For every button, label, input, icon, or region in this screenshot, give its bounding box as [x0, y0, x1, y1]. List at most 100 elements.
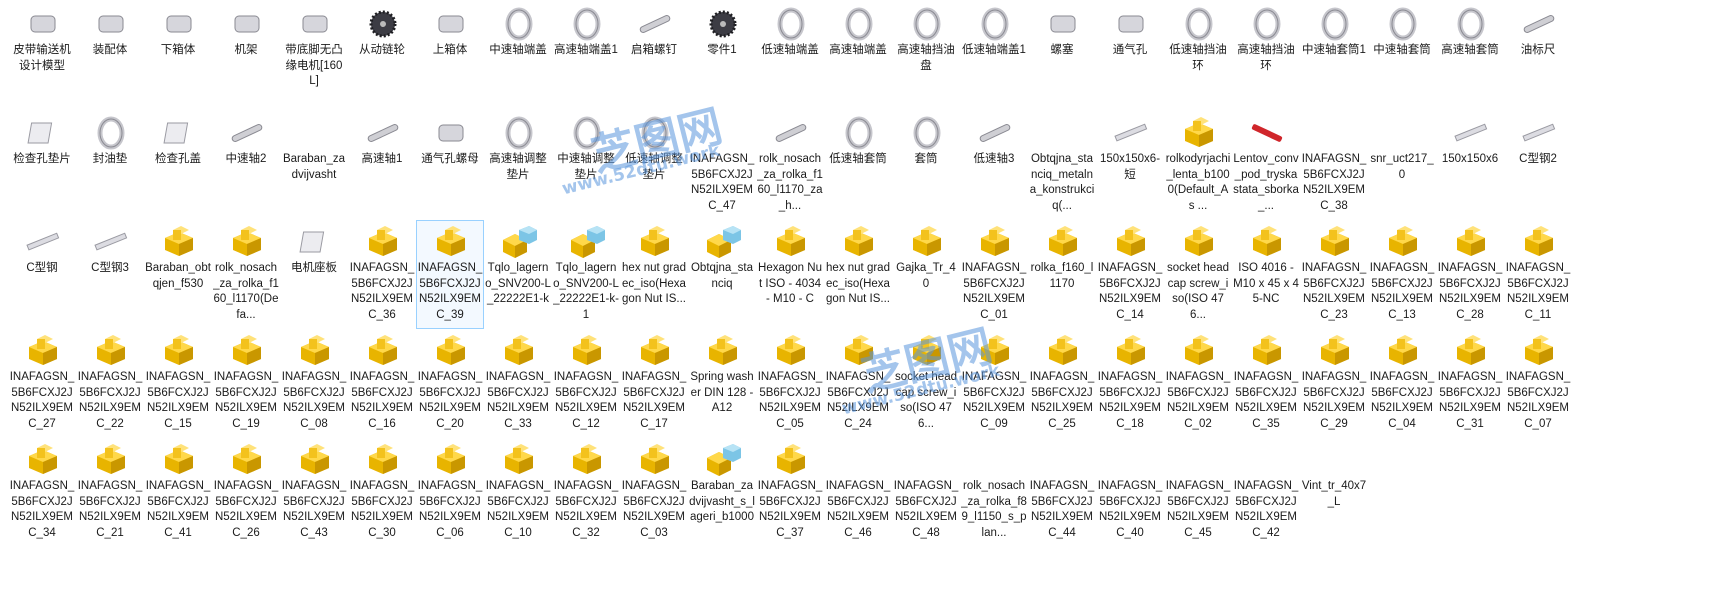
file-item[interactable]: INAFAGSN_5B6FCXJ2JN52ILX9EMC_21 [76, 438, 144, 547]
file-item[interactable]: INAFAGSN_5B6FCXJ2JN52ILX9EMC_28 [1436, 220, 1504, 329]
file-item[interactable]: INAFAGSN_5B6FCXJ2JN52ILX9EMC_19 [212, 329, 280, 438]
file-item[interactable]: 高速轴端盖 [824, 2, 892, 111]
file-item[interactable]: INAFAGSN_5B6FCXJ2JN52ILX9EMC_35 [1232, 329, 1300, 438]
file-item[interactable]: 从动链轮 [348, 2, 416, 111]
file-item[interactable]: INAFAGSN_5B6FCXJ2JN52ILX9EMC_20 [416, 329, 484, 438]
file-item[interactable]: INAFAGSN_5B6FCXJ2JN52ILX9EMC_30 [348, 438, 416, 547]
file-item[interactable]: INAFAGSN_5B6FCXJ2JN52ILX9EMC_02 [1164, 329, 1232, 438]
file-item[interactable]: hex nut gradec_iso(Hexagon Nut IS... [620, 220, 688, 329]
file-item[interactable]: INAFAGSN_5B6FCXJ2JN52ILX9EMC_34 [8, 438, 76, 547]
file-item[interactable]: INAFAGSN_5B6FCXJ2JN52ILX9EMC_41 [144, 438, 212, 547]
file-item[interactable]: 150x150x6-短 [1096, 111, 1164, 220]
file-item[interactable]: 带底脚无凸缘电机[160L] [280, 2, 348, 111]
file-item[interactable]: INAFAGSN_5B6FCXJ2JN52ILX9EMC_26 [212, 438, 280, 547]
file-item[interactable]: Baraban_obtqjen_f530 [144, 220, 212, 329]
file-item[interactable]: 机架 [212, 2, 280, 111]
file-item[interactable]: 低速轴挡油环 [1164, 2, 1232, 111]
file-item[interactable]: 皮带输送机设计模型 [8, 2, 76, 111]
file-item[interactable]: INAFAGSN_5B6FCXJ2JN52ILX9EMC_09 [960, 329, 1028, 438]
file-item[interactable]: rolk_nosach_za_rolka_f160_l1170_za_h... [756, 111, 824, 220]
file-item[interactable]: 高速轴挡油盘 [892, 2, 960, 111]
file-item[interactable]: 中速轴套筒1 [1300, 2, 1368, 111]
file-item[interactable]: Vint_tr_40x7_L [1300, 438, 1368, 547]
file-item[interactable]: 通气孔螺母 [416, 111, 484, 220]
file-item[interactable]: INAFAGSN_5B6FCXJ2JN52ILX9EMC_48 [892, 438, 960, 547]
file-item[interactable]: Baraban_zadvijvasht [280, 111, 348, 220]
file-item[interactable]: 低速轴端盖1 [960, 2, 1028, 111]
file-item[interactable]: 下箱体 [144, 2, 212, 111]
file-item[interactable]: Lentov_conv_pod_tryskastata_sborka_... [1232, 111, 1300, 220]
file-item[interactable]: 低速轴3 [960, 111, 1028, 220]
file-item[interactable]: rolkodyrjachi_lenta_b1000(Default_As ... [1164, 111, 1232, 220]
file-item[interactable]: INAFAGSN_5B6FCXJ2JN52ILX9EMC_29 [1300, 329, 1368, 438]
file-item[interactable]: INAFAGSN_5B6FCXJ2JN52ILX9EMC_24 [824, 329, 892, 438]
file-item[interactable]: 高速轴1 [348, 111, 416, 220]
file-item[interactable]: snr_uct217_0 [1368, 111, 1436, 220]
file-item[interactable]: 中速轴端盖 [484, 2, 552, 111]
file-item[interactable]: 封油垫 [76, 111, 144, 220]
file-item[interactable]: INAFAGSN_5B6FCXJ2JN52ILX9EMC_27 [8, 329, 76, 438]
file-item[interactable]: INAFAGSN_5B6FCXJ2JN52ILX9EMC_46 [824, 438, 892, 547]
file-item[interactable]: INAFAGSN_5B6FCXJ2JN52ILX9EMC_12 [552, 329, 620, 438]
file-item[interactable]: 零件1 [688, 2, 756, 111]
file-item[interactable]: Tqlo_lagerno_SNV200-L_22222E1-k [484, 220, 552, 329]
file-item[interactable]: 高速轴套筒 [1436, 2, 1504, 111]
file-item[interactable]: Hexagon Nut ISO - 4034 - M10 - C [756, 220, 824, 329]
file-item[interactable]: INAFAGSN_5B6FCXJ2JN52ILX9EMC_25 [1028, 329, 1096, 438]
file-item[interactable]: INAFAGSN_5B6FCXJ2JN52ILX9EMC_23 [1300, 220, 1368, 329]
file-item[interactable]: INAFAGSN_5B6FCXJ2JN52ILX9EMC_22 [76, 329, 144, 438]
file-item[interactable]: 中速轴调整垫片 [552, 111, 620, 220]
file-item[interactable]: INAFAGSN_5B6FCXJ2JN52ILX9EMC_06 [416, 438, 484, 547]
file-item[interactable]: ISO 4016 - M10 x 45 x 45-NC [1232, 220, 1300, 329]
file-item[interactable]: INAFAGSN_5B6FCXJ2JN52ILX9EMC_39 [416, 220, 484, 329]
file-item[interactable]: 通气孔 [1096, 2, 1164, 111]
file-item[interactable]: 上箱体 [416, 2, 484, 111]
file-item[interactable]: INAFAGSN_5B6FCXJ2JN52ILX9EMC_03 [620, 438, 688, 547]
file-item[interactable]: INAFAGSN_5B6FCXJ2JN52ILX9EMC_08 [280, 329, 348, 438]
file-item[interactable]: INAFAGSN_5B6FCXJ2JN52ILX9EMC_37 [756, 438, 824, 547]
file-item[interactable]: 中速轴套筒 [1368, 2, 1436, 111]
file-item[interactable]: INAFAGSN_5B6FCXJ2JN52ILX9EMC_18 [1096, 329, 1164, 438]
file-item[interactable]: 低速轴套筒 [824, 111, 892, 220]
file-item[interactable]: INAFAGSN_5B6FCXJ2JN52ILX9EMC_11 [1504, 220, 1572, 329]
file-item[interactable]: INAFAGSN_5B6FCXJ2JN52ILX9EMC_32 [552, 438, 620, 547]
file-item[interactable]: 油标尺 [1504, 2, 1572, 111]
file-item[interactable]: rolk_nosach_za_rolka_f89_l1150_s_plan... [960, 438, 1028, 547]
file-item[interactable]: INAFAGSN_5B6FCXJ2JN52ILX9EMC_07 [1504, 329, 1572, 438]
file-item[interactable]: C型钢 [8, 220, 76, 329]
file-item[interactable]: 装配体 [76, 2, 144, 111]
file-item[interactable]: Obtqjna_stanciq [688, 220, 756, 329]
file-item[interactable]: INAFAGSN_5B6FCXJ2JN52ILX9EMC_16 [348, 329, 416, 438]
file-item[interactable]: INAFAGSN_5B6FCXJ2JN52ILX9EMC_13 [1368, 220, 1436, 329]
file-item[interactable]: C型钢3 [76, 220, 144, 329]
file-item[interactable]: 150x150x6 [1436, 111, 1504, 220]
file-item[interactable]: Obtqjna_stanciq_metalna_konstrukciq(... [1028, 111, 1096, 220]
file-item[interactable]: 低速轴端盖 [756, 2, 824, 111]
file-item[interactable]: INAFAGSN_5B6FCXJ2JN52ILX9EMC_38 [1300, 111, 1368, 220]
file-item[interactable]: Gajka_Tr_40 [892, 220, 960, 329]
file-item[interactable]: 中速轴2 [212, 111, 280, 220]
file-item[interactable]: 高速轴挡油环 [1232, 2, 1300, 111]
file-item[interactable]: INAFAGSN_5B6FCXJ2JN52ILX9EMC_04 [1368, 329, 1436, 438]
file-item[interactable]: INAFAGSN_5B6FCXJ2JN52ILX9EMC_47 [688, 111, 756, 220]
file-item[interactable]: INAFAGSN_5B6FCXJ2JN52ILX9EMC_44 [1028, 438, 1096, 547]
file-item[interactable]: INAFAGSN_5B6FCXJ2JN52ILX9EMC_01 [960, 220, 1028, 329]
file-item[interactable]: INAFAGSN_5B6FCXJ2JN52ILX9EMC_40 [1096, 438, 1164, 547]
file-item[interactable]: INAFAGSN_5B6FCXJ2JN52ILX9EMC_36 [348, 220, 416, 329]
file-item[interactable]: INAFAGSN_5B6FCXJ2JN52ILX9EMC_17 [620, 329, 688, 438]
file-item[interactable]: 高速轴端盖1 [552, 2, 620, 111]
file-item[interactable]: Baraban_zadvijvasht_s_lageri_b1000 [688, 438, 756, 547]
file-item[interactable]: INAFAGSN_5B6FCXJ2JN52ILX9EMC_33 [484, 329, 552, 438]
file-item[interactable]: INAFAGSN_5B6FCXJ2JN52ILX9EMC_43 [280, 438, 348, 547]
file-item[interactable]: INAFAGSN_5B6FCXJ2JN52ILX9EMC_42 [1232, 438, 1300, 547]
file-item[interactable]: hex nut gradec_iso(Hexagon Nut IS... [824, 220, 892, 329]
file-item[interactable]: 螺塞 [1028, 2, 1096, 111]
file-item[interactable]: 高速轴调整垫片 [484, 111, 552, 220]
file-item[interactable]: INAFAGSN_5B6FCXJ2JN52ILX9EMC_14 [1096, 220, 1164, 329]
file-item[interactable]: 低速轴调整垫片 [620, 111, 688, 220]
file-item[interactable]: INAFAGSN_5B6FCXJ2JN52ILX9EMC_15 [144, 329, 212, 438]
file-item[interactable]: rolka_f160_l1170 [1028, 220, 1096, 329]
file-item[interactable]: socket head cap screw_iso(ISO 476... [892, 329, 960, 438]
file-item[interactable]: 电机座板 [280, 220, 348, 329]
file-item[interactable]: 套筒 [892, 111, 960, 220]
